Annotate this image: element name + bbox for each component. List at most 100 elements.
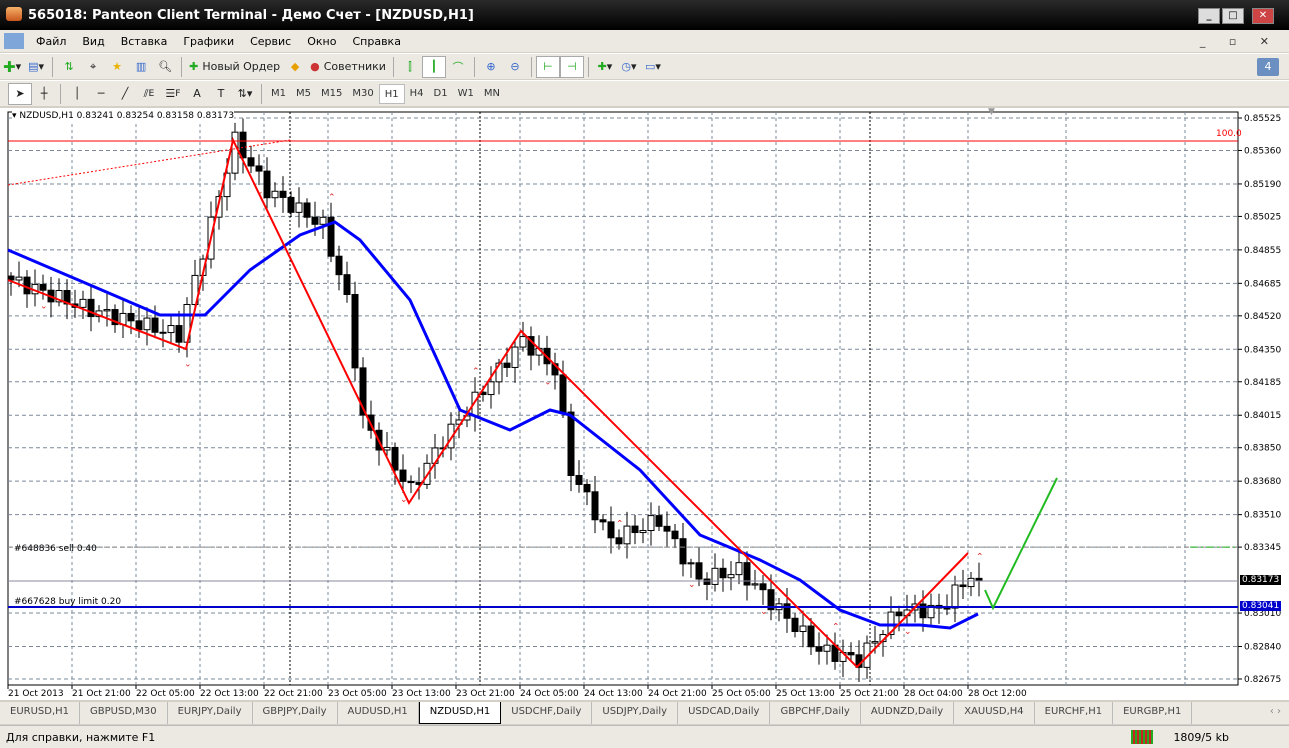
chart-tab[interactable]: GBPCHF,Daily [770, 702, 861, 724]
chart-tab[interactable]: AUDUSD,H1 [338, 702, 419, 724]
vertical-line-tool[interactable]: │ [65, 83, 89, 105]
candle-body [175, 325, 183, 343]
indicators-button[interactable]: ✚ ▾ [593, 56, 617, 78]
candle-body [847, 652, 855, 656]
timeframe-m1[interactable]: M1 [266, 84, 291, 104]
candle-body [343, 274, 351, 295]
templates-button[interactable]: ▭ ▾ [641, 56, 665, 78]
chart-tab[interactable]: USDJPY,Daily [592, 702, 679, 724]
minimize-button[interactable]: _ [1198, 8, 1220, 24]
menu-file[interactable]: Файл [28, 35, 74, 48]
fibo-level-label: 100.0 [1216, 129, 1242, 139]
candle-body [967, 577, 975, 588]
profiles-button[interactable]: ▤ ▾ [24, 56, 48, 78]
maximize-button[interactable]: □ [1222, 8, 1244, 24]
menu-help[interactable]: Справка [344, 35, 408, 48]
text-tool[interactable]: A [185, 83, 209, 105]
warning-icon[interactable]: ◆ [283, 56, 307, 78]
crosshair-tool[interactable]: ┼ [32, 83, 56, 105]
time-axis-label: 28 Oct 12:00 [968, 689, 1027, 699]
timeframe-m15[interactable]: M15 [316, 84, 347, 104]
window-title: 565018: Panteon Client Terminal - Демо С… [28, 7, 474, 23]
candle-body [735, 562, 743, 576]
chart-tab[interactable]: AUDNZD,Daily [861, 702, 955, 724]
notifications-badge[interactable]: 4 [1257, 57, 1279, 76]
menu-insert[interactable]: Вставка [113, 35, 176, 48]
candle-body [39, 283, 47, 291]
current-price-label: 0.83173 [1240, 575, 1282, 585]
experts-label: Советники [323, 60, 386, 73]
candle-body [15, 276, 23, 281]
fibo-expansion-tool[interactable]: ⫽ E [137, 83, 161, 105]
sell-order-label: #648836 sell 0.40 [14, 544, 97, 554]
horizontal-line-tool[interactable]: ─ [89, 83, 113, 105]
chart-tab[interactable]: GBPUSD,M30 [80, 702, 168, 724]
line-chart-button[interactable]: ⌒ [446, 56, 470, 78]
timeframe-h1[interactable]: H1 [378, 83, 405, 104]
separator [261, 83, 262, 104]
bar-chart-button[interactable]: ⫿ [398, 56, 422, 78]
separator [587, 56, 589, 77]
candle-body [503, 362, 511, 368]
time-axis-label: 25 Oct 13:00 [776, 689, 835, 699]
timeframe-d1[interactable]: D1 [429, 84, 453, 104]
chart-tab[interactable]: USDCAD,Daily [678, 702, 771, 724]
candle-body [655, 515, 663, 527]
timeframe-mn[interactable]: MN [479, 84, 505, 104]
cursor-tool[interactable]: ➤ [8, 82, 32, 105]
timeframe-m5[interactable]: M5 [291, 84, 316, 104]
auto-scroll-button[interactable]: ⊢ [535, 55, 560, 78]
market-watch-button[interactable]: ⇅ [57, 56, 81, 78]
menu-tools[interactable]: Сервис [242, 35, 299, 48]
fractal-arrow: ⌄ [760, 607, 768, 617]
new-chart-button[interactable]: ✚ ▾ [0, 56, 24, 78]
chart-tab[interactable]: NZDUSD,H1 [418, 702, 502, 724]
experts-button[interactable]: ● Советники [307, 56, 389, 78]
zoom-in-icon[interactable]: ⊕ [479, 56, 503, 78]
label-tool[interactable]: T [209, 83, 233, 105]
candlestick-chart-button[interactable]: ┃ [421, 55, 446, 78]
chart-tab[interactable]: EURGBP,H1 [1113, 702, 1193, 724]
price-axis-label: 0.83850 [1244, 444, 1281, 454]
trendline-tool[interactable]: ╱ [113, 83, 137, 105]
chart-tab[interactable]: GBPJPY,Daily [253, 702, 338, 724]
menu-view[interactable]: Вид [74, 35, 112, 48]
candle-body [679, 538, 687, 565]
chart-tab[interactable]: EURUSD,H1 [0, 702, 81, 724]
strategy-tester-button[interactable]: 🔍︎ [153, 56, 177, 78]
candle-body [239, 131, 247, 159]
tab-scroll-arrows[interactable]: ‹ › [1262, 702, 1289, 724]
chart-tab[interactable]: XAUUSD,H4 [954, 702, 1035, 724]
zoom-out-icon[interactable]: ⊖ [503, 56, 527, 78]
mdi-window-controls[interactable]: _ ▫ ✕ [1200, 35, 1289, 48]
timeframe-m30[interactable]: M30 [347, 84, 378, 104]
time-axis-label: 24 Oct 21:00 [648, 689, 707, 699]
periods-button[interactable]: ◷ ▾ [617, 56, 641, 78]
arrows-tool[interactable]: ⇅▾ [233, 83, 257, 105]
candle-body [519, 336, 527, 348]
candle-body [23, 276, 31, 295]
crosshair-icon[interactable]: ⌖ [81, 56, 105, 78]
new-order-label: Новый Ордер [202, 60, 281, 73]
timeframe-w1[interactable]: W1 [453, 84, 479, 104]
chart-tab[interactable]: EURJPY,Daily [168, 702, 253, 724]
chart-tab[interactable]: EURCHF,H1 [1035, 702, 1114, 724]
candle-body [671, 530, 679, 540]
price-chart[interactable]: 0.85525 0.85360 0.85190 0.85025 0.84855 0.846… [0, 108, 1289, 700]
close-button[interactable]: ✕ [1252, 8, 1274, 24]
menu-window[interactable]: Окно [299, 35, 344, 48]
fibo-retracement-tool[interactable]: ☰ F [161, 83, 185, 105]
timeframe-h4[interactable]: H4 [405, 84, 429, 104]
menu-charts[interactable]: Графики [175, 35, 242, 48]
chart-shift-button[interactable]: ⊣ [559, 55, 584, 78]
favorites-icon[interactable]: ★ [105, 56, 129, 78]
new-order-button[interactable]: ✚ Новый Ордер [186, 56, 283, 78]
candle-body [391, 446, 399, 471]
separator [473, 56, 475, 77]
candle-body [743, 562, 751, 586]
chart-canvas[interactable]: 0.85525 0.85360 0.85190 0.85025 0.84855 0.846… [0, 108, 1289, 700]
candle-body [687, 562, 695, 565]
terminal-button[interactable]: ▥ [129, 56, 153, 78]
time-axis-label: 23 Oct 05:00 [328, 689, 387, 699]
chart-tab[interactable]: USDCHF,Daily [501, 702, 593, 724]
